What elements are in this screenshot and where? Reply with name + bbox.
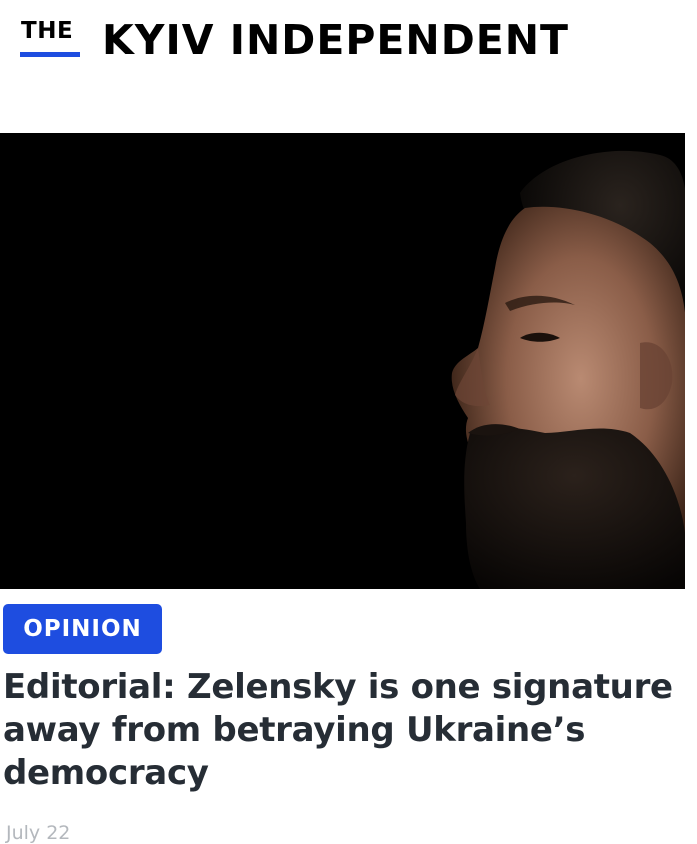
logo-the-mark: THE	[20, 14, 82, 64]
category-tag[interactable]: OPINION	[3, 604, 162, 654]
article-date: July 22	[6, 822, 71, 844]
logo-the-text: THE	[21, 18, 74, 44]
site-logo[interactable]: THE KYIV INDEPENDENT	[20, 14, 569, 64]
hero-image[interactable]	[0, 133, 685, 589]
logo-accent-bar	[20, 52, 80, 57]
portrait-photo	[0, 133, 685, 589]
article-headline[interactable]: Editorial: Zelensky is one signature awa…	[3, 666, 691, 795]
logo-wordmark: KYIV INDEPENDENT	[102, 16, 570, 64]
